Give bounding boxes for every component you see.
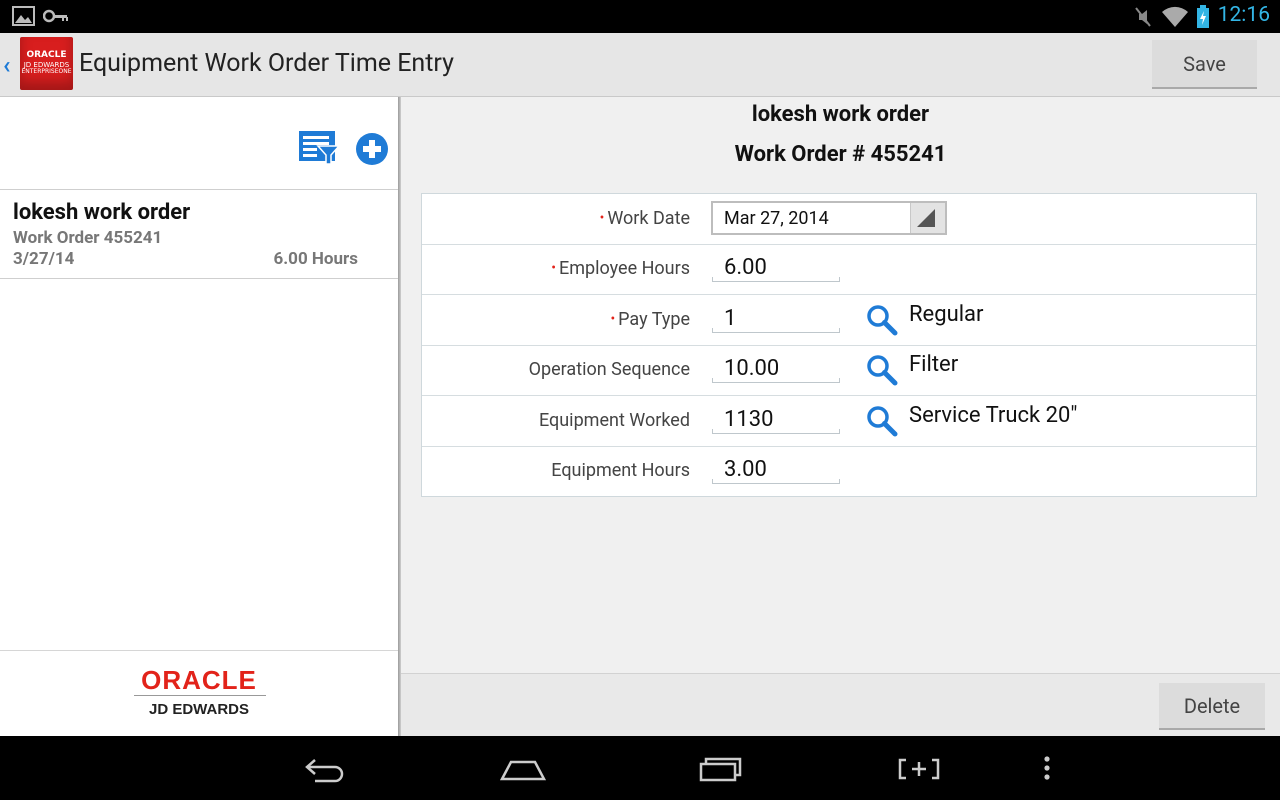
employee-hours-input[interactable]: 6.00 — [724, 255, 767, 280]
equipment-hours-label: Equipment Hours — [551, 460, 690, 481]
logo-line-oracle: ORACLE — [26, 50, 67, 60]
delete-button[interactable]: Delete — [1159, 683, 1265, 730]
logo-line-e1: ENTERPRISEONE — [21, 68, 72, 75]
required-marker: • — [599, 210, 605, 226]
operation-sequence-input[interactable]: 10.00 — [724, 356, 779, 381]
input-underline — [712, 479, 840, 484]
required-marker: • — [610, 311, 616, 327]
row-pay-type: • Pay Type 1 Regular — [422, 295, 1256, 346]
work-date-label: • Work Date — [599, 208, 690, 229]
wifi-icon — [1162, 6, 1188, 27]
recent-apps-icon[interactable] — [699, 752, 743, 786]
logo-divider — [134, 695, 266, 696]
back-chevron-icon[interactable]: ‹ — [3, 51, 11, 79]
battery-icon — [1197, 5, 1209, 28]
gallery-notification-icon — [12, 6, 35, 26]
list-item-hours: 6.00 Hours — [273, 249, 359, 269]
key-notification-icon — [43, 9, 68, 23]
search-icon[interactable] — [865, 303, 899, 337]
list-item-subtitle: Work Order 455241 — [13, 228, 163, 248]
work-date-value: Mar 27, 2014 — [724, 208, 829, 229]
system-nav-bar — [0, 736, 1280, 800]
menu-overflow-icon[interactable] — [1040, 752, 1054, 786]
detail-subtitle: Work Order # 455241 — [734, 142, 947, 167]
page-title: Equipment Work Order Time Entry — [79, 49, 454, 78]
required-marker: • — [551, 260, 556, 276]
dropdown-corner-icon — [917, 209, 935, 227]
row-equipment-hours: Equipment Hours 3.00 — [422, 446, 1256, 496]
detail-title: lokesh work order — [751, 102, 930, 127]
detail-bottom-bar: Delete — [401, 673, 1280, 737]
operation-sequence-label: Operation Sequence — [528, 359, 690, 380]
back-icon[interactable] — [303, 752, 349, 786]
brand-footer: ORACLE JD EDWARDS — [0, 650, 398, 737]
date-dropdown[interactable] — [910, 203, 945, 233]
list-toolbar — [0, 97, 398, 190]
oracle-logo: ORACLE — [141, 665, 257, 695]
detail-pane: lokesh work order Work Order # 455241 • W… — [401, 97, 1280, 737]
action-bar: ‹ ORACLE JD EDWARDS ENTERPRISEONE Equipm… — [0, 33, 1280, 97]
search-icon[interactable] — [865, 353, 899, 387]
save-button[interactable]: Save — [1152, 40, 1257, 89]
equipment-hours-input[interactable]: 3.00 — [724, 457, 767, 482]
equipment-worked-description: Service Truck 20" — [909, 403, 1078, 428]
row-employee-hours: • Employee Hours 6.00 — [422, 244, 1256, 295]
jd-edwards-logo: JD EDWARDS — [148, 701, 249, 718]
filter-list-icon[interactable] — [298, 130, 340, 166]
status-clock: 12:16 — [1217, 3, 1270, 27]
pay-type-description: Regular — [909, 302, 984, 327]
time-entry-form: • Work Date Mar 27, 2014 • Employee Hours … — [421, 193, 1257, 497]
screenshot-icon[interactable] — [898, 752, 940, 786]
input-underline — [712, 429, 840, 434]
pay-type-label: • Pay Type — [610, 309, 690, 330]
input-underline — [712, 378, 840, 383]
app-logo[interactable]: ORACLE JD EDWARDS ENTERPRISEONE — [20, 37, 73, 90]
input-underline — [712, 328, 840, 333]
input-underline — [712, 277, 840, 282]
mute-icon — [1135, 7, 1151, 27]
home-icon[interactable] — [499, 752, 547, 786]
list-item[interactable]: lokesh work order Work Order 455241 3/27… — [0, 190, 398, 279]
search-icon[interactable] — [865, 404, 899, 438]
status-bar: 12:16 — [0, 0, 1280, 33]
equipment-worked-input[interactable]: 1130 — [724, 407, 773, 432]
operation-sequence-description: Filter — [909, 352, 959, 377]
pay-type-input[interactable]: 1 — [724, 306, 736, 331]
equipment-worked-label: Equipment Worked — [538, 410, 690, 431]
row-work-date: • Work Date Mar 27, 2014 — [422, 194, 1256, 245]
row-operation-sequence: Operation Sequence 10.00 Filter — [422, 345, 1256, 396]
row-equipment-worked: Equipment Worked 1130 Service Truck 20" — [422, 396, 1256, 447]
left-pane: lokesh work order Work Order 455241 3/27… — [0, 97, 398, 736]
work-date-picker[interactable]: Mar 27, 2014 — [711, 201, 947, 235]
add-icon[interactable] — [356, 133, 390, 167]
employee-hours-label: • Employee Hours — [551, 258, 690, 279]
list-item-date: 3/27/14 — [13, 249, 75, 269]
list-item-title: lokesh work order — [13, 200, 191, 225]
